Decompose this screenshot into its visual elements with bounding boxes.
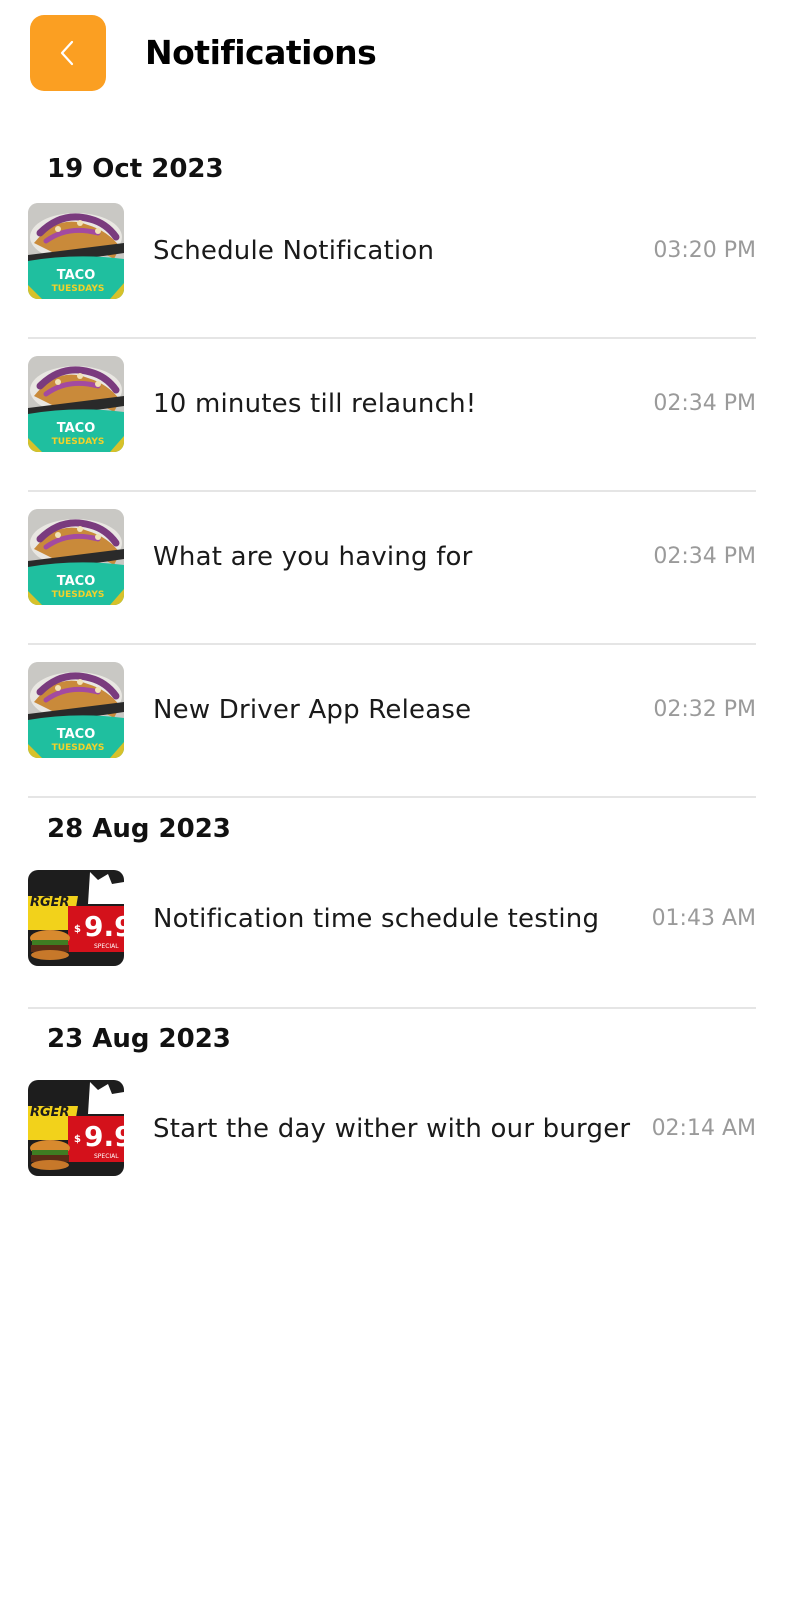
notification-item[interactable]: RGER $ 9.9 SPECIAL Start the day wither …: [28, 1056, 756, 1219]
svg-text:$: $: [74, 1134, 81, 1145]
notification-time: 01:43 AM: [651, 906, 756, 931]
notifications-screen: Notifications 19 Oct 2023 TACO TUESDAYS …: [0, 0, 785, 1600]
svg-text:9.9: 9.9: [84, 910, 124, 943]
notification-item[interactable]: TACO TUESDAYS New Driver App Release 02:…: [28, 645, 756, 798]
page-title: Notifications: [145, 33, 377, 72]
notification-time: 02:32 PM: [653, 697, 756, 722]
svg-text:TACO: TACO: [57, 268, 96, 283]
svg-text:RGER: RGER: [30, 1105, 70, 1120]
taco-tuesdays-thumbnail: TACO TUESDAYS: [28, 203, 124, 299]
notification-title: New Driver App Release: [153, 695, 472, 725]
date-heading: 23 Aug 2023: [47, 1024, 231, 1054]
notification-title: 10 minutes till relaunch!: [153, 389, 477, 419]
svg-text:SPECIAL: SPECIAL: [94, 943, 119, 950]
svg-text:TUESDAYS: TUESDAYS: [52, 590, 105, 600]
chevron-left-icon: [60, 40, 74, 66]
date-heading: 28 Aug 2023: [47, 814, 231, 844]
notification-time: 02:34 PM: [653, 391, 756, 416]
notification-time: 02:14 AM: [651, 1116, 756, 1141]
svg-text:TACO: TACO: [57, 574, 96, 589]
date-heading: 19 Oct 2023: [47, 154, 224, 184]
notification-group: 23 Aug 2023 RGER $ 9.9 SPECIAL Start the…: [28, 1022, 756, 1219]
svg-text:RGER: RGER: [30, 895, 70, 910]
notification-title: Notification time schedule testing: [153, 904, 600, 934]
svg-text:TUESDAYS: TUESDAYS: [52, 437, 105, 447]
svg-text:TACO: TACO: [57, 421, 96, 436]
svg-text:TUESDAYS: TUESDAYS: [52, 284, 105, 294]
back-button[interactable]: [30, 15, 106, 91]
notification-time: 02:34 PM: [653, 544, 756, 569]
taco-tuesdays-thumbnail: TACO TUESDAYS: [28, 662, 124, 758]
taco-tuesdays-thumbnail: TACO TUESDAYS: [28, 509, 124, 605]
notification-item[interactable]: TACO TUESDAYS Schedule Notification 03:2…: [28, 186, 756, 339]
svg-text:SPECIAL: SPECIAL: [94, 1153, 119, 1160]
notification-group: 28 Aug 2023 RGER $ 9.9 SPECIAL Notificat…: [28, 812, 756, 1009]
svg-text:TUESDAYS: TUESDAYS: [52, 743, 105, 753]
svg-text:TACO: TACO: [57, 727, 96, 742]
notification-item[interactable]: TACO TUESDAYS 10 minutes till relaunch! …: [28, 339, 756, 492]
notification-item[interactable]: TACO TUESDAYS What are you having for 02…: [28, 492, 756, 645]
notification-title: Start the day wither with our burger: [153, 1114, 631, 1144]
burger-special-thumbnail: RGER $ 9.9 SPECIAL: [28, 870, 124, 966]
notification-time: 03:20 PM: [653, 238, 756, 263]
notification-item[interactable]: RGER $ 9.9 SPECIAL Notification time sch…: [28, 846, 756, 1009]
taco-tuesdays-thumbnail: TACO TUESDAYS: [28, 356, 124, 452]
notification-title: What are you having for: [153, 542, 473, 572]
svg-text:9.9: 9.9: [84, 1120, 124, 1153]
notification-group: 19 Oct 2023 TACO TUESDAYS Schedule Notif…: [28, 152, 756, 798]
svg-text:$: $: [74, 924, 81, 935]
notification-title: Schedule Notification: [153, 236, 435, 266]
burger-special-thumbnail: RGER $ 9.9 SPECIAL: [28, 1080, 124, 1176]
